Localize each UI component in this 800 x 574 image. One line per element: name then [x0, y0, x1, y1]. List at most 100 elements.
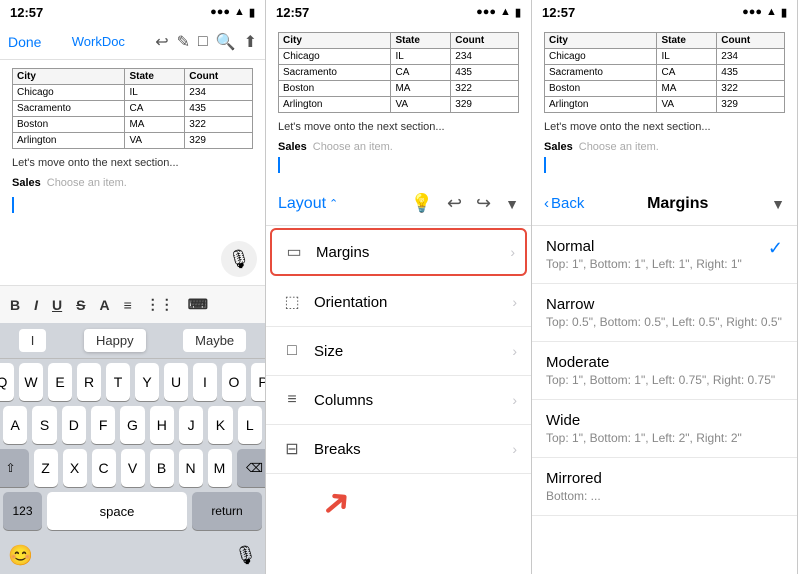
keyboard-rows: Q W E R T Y U I O P A S D F G H J K L	[0, 359, 265, 539]
margin-moderate-text: Moderate Top: 1", Bottom: 1", Left: 0.75…	[546, 354, 783, 387]
text-cursor-3	[544, 157, 546, 173]
margins-panel-title: Margins	[584, 195, 771, 213]
margin-normal-desc: Top: 1", Bottom: 1", Left: 1", Right: 1"	[546, 257, 760, 271]
key-s[interactable]: S	[32, 406, 56, 444]
view-button[interactable]: □	[198, 33, 208, 51]
breaks-icon: ⊟	[280, 437, 304, 461]
share-button[interactable]: ⬆	[244, 32, 257, 52]
key-w[interactable]: W	[19, 363, 43, 401]
key-row-3: ⇧ Z X C V B N M ⌫	[3, 449, 262, 487]
key-n[interactable]: N	[179, 449, 203, 487]
margin-wide-desc: Top: 1", Bottom: 1", Left: 2", Right: 2"	[546, 431, 783, 445]
text-color-button[interactable]: A	[97, 295, 111, 315]
undo-icon-2[interactable]: ↩	[447, 193, 462, 214]
mic-button-1[interactable]: 🎙	[221, 241, 257, 277]
key-h[interactable]: H	[150, 406, 174, 444]
key-o[interactable]: O	[222, 363, 246, 401]
dropdown-icon[interactable]: ▼	[505, 196, 519, 212]
key-f[interactable]: F	[91, 406, 115, 444]
time-3: 12:57	[542, 5, 575, 20]
menu-item-size-label: Size	[314, 343, 512, 360]
key-123[interactable]: 123	[3, 492, 42, 530]
key-m[interactable]: M	[208, 449, 232, 487]
edit-button[interactable]: ✎	[177, 32, 190, 52]
lightbulb-icon[interactable]: 💡	[411, 193, 433, 214]
key-i[interactable]: I	[193, 363, 217, 401]
key-q[interactable]: Q	[0, 363, 14, 401]
key-y[interactable]: Y	[135, 363, 159, 401]
margin-item-narrow[interactable]: Narrow Top: 0.5", Bottom: 0.5", Left: 0.…	[532, 284, 797, 342]
key-space[interactable]: space	[47, 492, 187, 530]
menu-item-breaks[interactable]: ⊟ Breaks ›	[266, 425, 531, 474]
key-a[interactable]: A	[3, 406, 27, 444]
menu-item-size[interactable]: □ Size ›	[266, 327, 531, 376]
table-row: ArlingtonVA329	[13, 133, 253, 149]
table-row: SacramentoCA435	[279, 65, 519, 81]
key-b[interactable]: B	[150, 449, 174, 487]
margins-list: Normal Top: 1", Bottom: 1", Left: 1", Ri…	[532, 226, 797, 574]
margins-dropdown-icon[interactable]: ▼	[771, 196, 785, 212]
chevron-right-icon-orientation: ›	[512, 294, 517, 310]
menu-item-columns-label: Columns	[314, 392, 512, 409]
margin-item-mirrored[interactable]: Mirrored Bottom: ...	[532, 458, 797, 516]
key-p[interactable]: P	[251, 363, 266, 401]
back-button[interactable]: ‹ Back	[544, 195, 584, 212]
suggestion-2[interactable]: Happy	[84, 329, 146, 352]
back-chevron-icon: ‹	[544, 195, 549, 212]
key-return[interactable]: return	[192, 492, 262, 530]
toolbar-top-1: Done WorkDoc ↩ ✎ □ 🔍 ⬆	[0, 24, 265, 60]
key-r[interactable]: R	[77, 363, 101, 401]
wifi-icon-3: ▲	[766, 6, 777, 18]
chevron-right-icon-margins: ›	[510, 244, 515, 260]
menu-item-orientation[interactable]: ⬚ Orientation ›	[266, 278, 531, 327]
key-c[interactable]: C	[92, 449, 116, 487]
search-button[interactable]: 🔍	[216, 32, 236, 52]
margin-mirrored-desc: Bottom: ...	[546, 489, 783, 503]
key-x[interactable]: X	[63, 449, 87, 487]
bold-button[interactable]: B	[8, 295, 22, 315]
underline-button[interactable]: U	[50, 295, 64, 315]
suggestion-1[interactable]: I	[19, 329, 47, 352]
table-row: BostonMA322	[13, 117, 253, 133]
table-row: BostonMA322	[545, 81, 785, 97]
key-g[interactable]: G	[120, 406, 144, 444]
key-k[interactable]: K	[208, 406, 232, 444]
key-z[interactable]: Z	[34, 449, 58, 487]
key-d[interactable]: D	[62, 406, 86, 444]
emoji-button[interactable]: 😊	[8, 543, 33, 568]
key-v[interactable]: V	[121, 449, 145, 487]
columns-icon: ≡	[280, 388, 304, 412]
key-t[interactable]: T	[106, 363, 130, 401]
selected-checkmark: ✓	[768, 238, 783, 259]
menu-item-columns[interactable]: ≡ Columns ›	[266, 376, 531, 425]
key-e[interactable]: E	[48, 363, 72, 401]
suggestion-3[interactable]: Maybe	[183, 329, 246, 352]
margins-toolbar: ‹ Back Margins ▼	[532, 182, 797, 226]
more-button[interactable]: ⋮⋮	[144, 294, 176, 315]
margin-narrow-desc: Top: 0.5", Bottom: 0.5", Left: 0.5", Rig…	[546, 315, 783, 329]
list-button[interactable]: ≡	[122, 295, 134, 315]
margin-item-normal[interactable]: Normal Top: 1", Bottom: 1", Left: 1", Ri…	[532, 226, 797, 284]
margin-item-moderate[interactable]: Moderate Top: 1", Bottom: 1", Left: 0.75…	[532, 342, 797, 400]
menu-item-margins[interactable]: ▭ Margins ›	[270, 228, 527, 276]
italic-button[interactable]: I	[32, 295, 40, 315]
battery-icon-1: ▮	[249, 6, 255, 19]
keyboard-button[interactable]: ⌨	[186, 294, 210, 315]
redo-icon-2[interactable]: ↪	[476, 193, 491, 214]
strikethrough-button[interactable]: S	[74, 295, 87, 315]
key-u[interactable]: U	[164, 363, 188, 401]
key-l[interactable]: L	[238, 406, 262, 444]
menu-item-breaks-label: Breaks	[314, 441, 512, 458]
done-button[interactable]: Done	[8, 34, 41, 50]
mic-key-button[interactable]: 🎙	[234, 545, 257, 566]
key-delete[interactable]: ⌫	[237, 449, 267, 487]
undo-button[interactable]: ↩	[155, 32, 168, 52]
key-shift[interactable]: ⇧	[0, 449, 29, 487]
margin-wide-text: Wide Top: 1", Bottom: 1", Left: 2", Righ…	[546, 412, 783, 445]
menu-item-orientation-label: Orientation	[314, 294, 512, 311]
chevron-down-icon: ⌃	[329, 197, 338, 210]
margin-narrow-text: Narrow Top: 0.5", Bottom: 0.5", Left: 0.…	[546, 296, 783, 329]
key-j[interactable]: J	[179, 406, 203, 444]
table-row: ChicagoIL234	[13, 85, 253, 101]
margin-item-wide[interactable]: Wide Top: 1", Bottom: 1", Left: 2", Righ…	[532, 400, 797, 458]
